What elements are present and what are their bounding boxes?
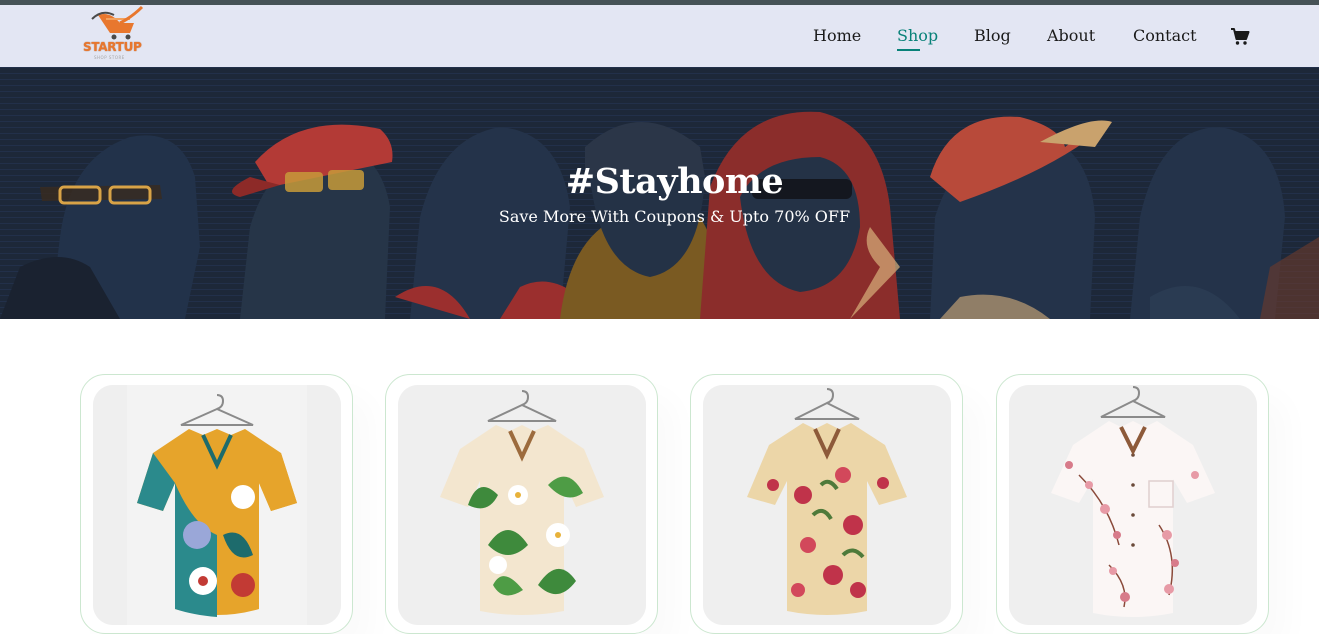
product-image[interactable] [703,385,951,625]
hero-subtitle: Save More With Coupons & Upto 70% OFF [498,207,851,226]
logo[interactable]: STARTUP SHOP STORE [80,5,156,63]
product-image[interactable] [398,385,646,625]
hero-banner: #Stayhome Save More With Coupons & Upto … [0,67,1319,319]
product-card[interactable] [996,374,1269,634]
product-image[interactable] [1009,385,1257,625]
product-card[interactable] [385,374,658,634]
nav-about[interactable]: About [1047,26,1095,45]
product-card[interactable] [80,374,353,634]
shopping-cart-icon[interactable] [1230,27,1250,47]
product-image[interactable] [93,385,341,625]
nav-home[interactable]: Home [813,26,861,45]
shirt-pink-blossom-icon [1009,385,1257,625]
shirt-red-floral-icon [703,385,951,625]
logo-text: STARTUP [83,40,142,54]
site-header: STARTUP SHOP STORE Home Shop Blog About … [0,5,1319,67]
product-card[interactable] [690,374,963,634]
cart-logo-icon [91,5,144,40]
nav-blog[interactable]: Blog [974,26,1011,45]
nav-contact[interactable]: Contact [1133,26,1197,45]
active-nav-underline [897,49,920,51]
shirt-green-floral-icon [398,385,646,625]
nav-shop[interactable]: Shop [897,26,938,45]
shirt-multicolor-icon [93,385,341,625]
logo-subtitle: SHOP STORE [94,55,125,60]
hero-title: #Stayhome [565,161,784,202]
